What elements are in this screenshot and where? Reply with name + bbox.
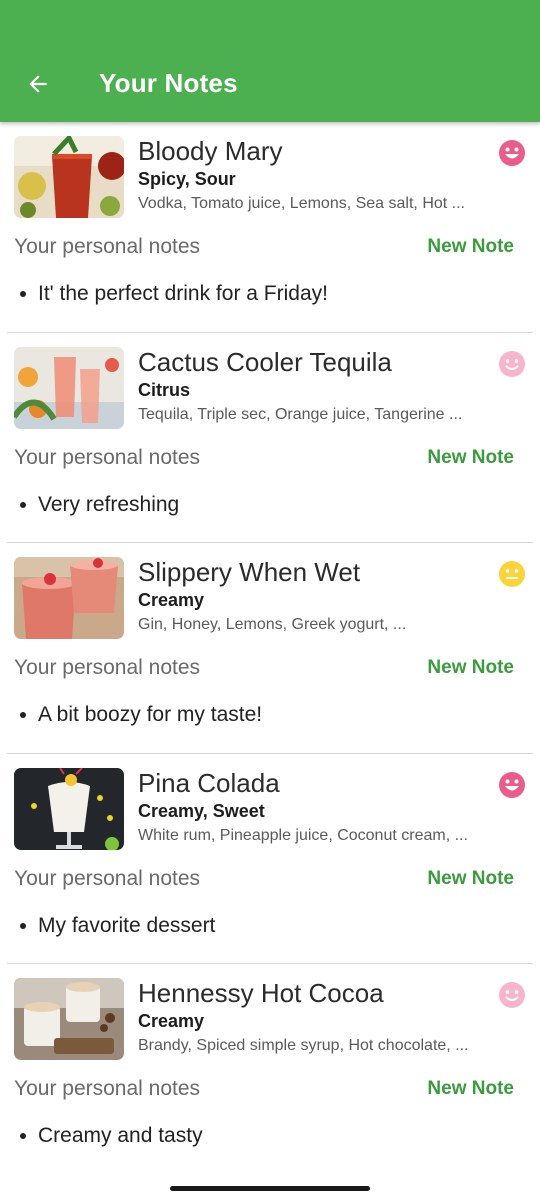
drink-ingredients: White rum, Pineapple juice, Coconut crea…: [138, 826, 468, 844]
drink-name: Bloody Mary: [138, 136, 283, 166]
arrow-back-icon[interactable]: [25, 71, 51, 97]
drink-image-slippery-when-wet[interactable]: [14, 557, 124, 639]
note-card: Hennessy Hot Cocoa Creamy Brandy, Spiced…: [0, 964, 540, 1175]
note-card: Cactus Cooler Tequila Citrus Tequila, Tr…: [0, 333, 540, 543]
drink-flavor: Citrus: [138, 379, 191, 400]
drink-image-pina-colada[interactable]: [14, 767, 124, 850]
new-note-button[interactable]: New Note: [427, 868, 514, 890]
note-text: Creamy and tasty: [38, 1124, 203, 1147]
drink-image-cactus-cooler-tequila[interactable]: [14, 346, 124, 429]
note-item: A bit boozy for my taste!: [20, 703, 262, 727]
bullet: [20, 501, 26, 508]
drink-ingredients: Gin, Honey, Lemons, Greek yogurt, ...: [138, 616, 407, 633]
note-card: Bloody Mary Spicy, Sour Vodka, Tomato ju…: [0, 122, 540, 333]
note-item: My favorite dessert: [20, 914, 215, 938]
note-card: Pina Colada Creamy, Sweet White rum, Pin…: [0, 754, 540, 964]
drink-name: Cactus Cooler Tequila: [138, 346, 392, 377]
bullet: [20, 922, 26, 929]
note-text: My favorite dessert: [38, 913, 216, 937]
note-text: A bit boozy for my taste!: [38, 703, 263, 726]
personal-notes-label: Your personal notes: [14, 235, 201, 258]
new-note-button[interactable]: New Note: [427, 447, 514, 469]
note-text: Very refreshing: [38, 492, 180, 516]
smiling-face-icon[interactable]: [498, 350, 526, 378]
grinning-face-icon[interactable]: [498, 771, 526, 799]
home-indicator[interactable]: [170, 1186, 370, 1191]
new-note-button[interactable]: New Note: [427, 657, 514, 679]
new-note-button[interactable]: New Note: [427, 236, 514, 258]
personal-notes-label: Your personal notes: [14, 866, 201, 890]
drink-flavor: Spicy, Sour: [138, 169, 236, 189]
drink-ingredients: Vodka, Tomato juice, Lemons, Sea salt, H…: [138, 195, 465, 212]
drink-name: Slippery When Wet: [138, 557, 361, 587]
back-button[interactable]: [16, 62, 60, 106]
smiling-face-icon[interactable]: [498, 981, 526, 1009]
drink-name: Pina Colada: [138, 767, 280, 798]
notes-list: Bloody Mary Spicy, Sour Vodka, Tomato ju…: [0, 122, 540, 1175]
note-text: It' the perfect drink for a Friday!: [38, 282, 328, 305]
new-note-button[interactable]: New Note: [427, 1078, 514, 1100]
drink-image-bloody-mary[interactable]: [14, 136, 124, 218]
drink-ingredients: Brandy, Spiced simple syrup, Hot chocola…: [138, 1037, 469, 1054]
drink-flavor: Creamy: [138, 590, 205, 610]
bullet: [20, 712, 26, 718]
drink-name: Hennessy Hot Cocoa: [138, 978, 384, 1008]
note-item: Very refreshing: [20, 493, 179, 517]
note-card: Slippery When Wet Creamy Gin, Honey, Lem…: [0, 543, 540, 754]
drink-ingredients: Tequila, Triple sec, Orange juice, Tange…: [138, 405, 463, 423]
bullet: [20, 1133, 26, 1139]
personal-notes-label: Your personal notes: [14, 1077, 201, 1100]
personal-notes-label: Your personal notes: [14, 656, 201, 679]
note-item: Creamy and tasty: [20, 1124, 203, 1148]
page-title: Your Notes: [99, 68, 238, 98]
note-item: It' the perfect drink for a Friday!: [20, 282, 328, 306]
grinning-face-icon[interactable]: [498, 139, 526, 167]
drink-flavor: Creamy, Sweet: [138, 800, 265, 821]
bullet: [20, 291, 26, 297]
app-bar: Your Notes: [0, 0, 540, 122]
drink-flavor: Creamy: [138, 1011, 205, 1031]
personal-notes-label: Your personal notes: [14, 445, 201, 469]
neutral-face-icon[interactable]: [498, 560, 526, 588]
drink-image-hennessy-hot-cocoa[interactable]: [14, 978, 124, 1060]
